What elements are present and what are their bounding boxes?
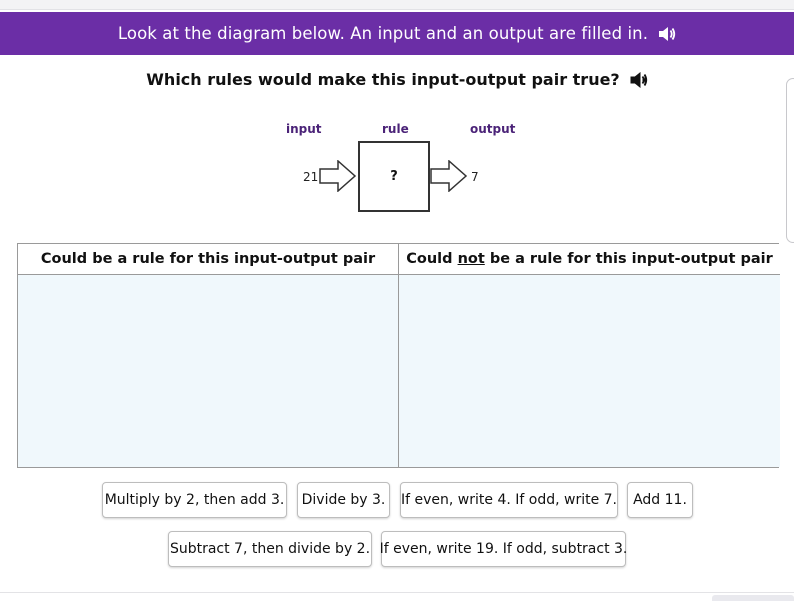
bottom-button-edge[interactable] <box>712 595 794 601</box>
input-label: input <box>286 122 322 136</box>
output-arrow-icon <box>430 160 468 192</box>
could-not-be-header: Could not be a rule for this input-outpu… <box>399 244 780 275</box>
sorting-table: Could be a rule for this input-output pa… <box>17 243 780 468</box>
input-arrow-icon <box>319 160 357 192</box>
rule-tile[interactable]: Multiply by 2, then add 3. <box>102 482 287 518</box>
could-be-header: Could be a rule for this input-output pa… <box>18 244 399 275</box>
could-be-header-text: Could be a rule for this input-output pa… <box>40 251 376 267</box>
could-not-be-header-post: be a rule for this input-output pair <box>484 251 773 267</box>
rule-tile[interactable]: Divide by 3. <box>297 482 390 518</box>
could-be-drop-zone[interactable] <box>18 275 399 467</box>
output-value: 7 <box>471 170 479 184</box>
rule-tile[interactable]: If even, write 19. If odd, subtract 3. <box>380 531 627 567</box>
could-not-be-header-pre: Could <box>406 251 458 267</box>
rule-tile[interactable]: If even, write 4. If odd, write 7. <box>400 482 618 518</box>
output-label: output <box>470 122 516 136</box>
function-machine-diagram: input rule output 21 ? 7 <box>0 0 794 230</box>
rule-label: rule <box>382 122 409 136</box>
bottom-bar <box>0 592 794 601</box>
input-value: 21 <box>303 170 319 184</box>
could-not-be-drop-zone[interactable] <box>399 275 780 467</box>
rule-value: ? <box>390 169 398 184</box>
rule-tile[interactable]: Add 11. <box>627 482 693 518</box>
rule-tile[interactable]: Subtract 7, then divide by 2. <box>168 531 372 567</box>
rule-box: ? <box>358 141 430 212</box>
could-not-be-header-emphasis: not <box>457 251 485 267</box>
